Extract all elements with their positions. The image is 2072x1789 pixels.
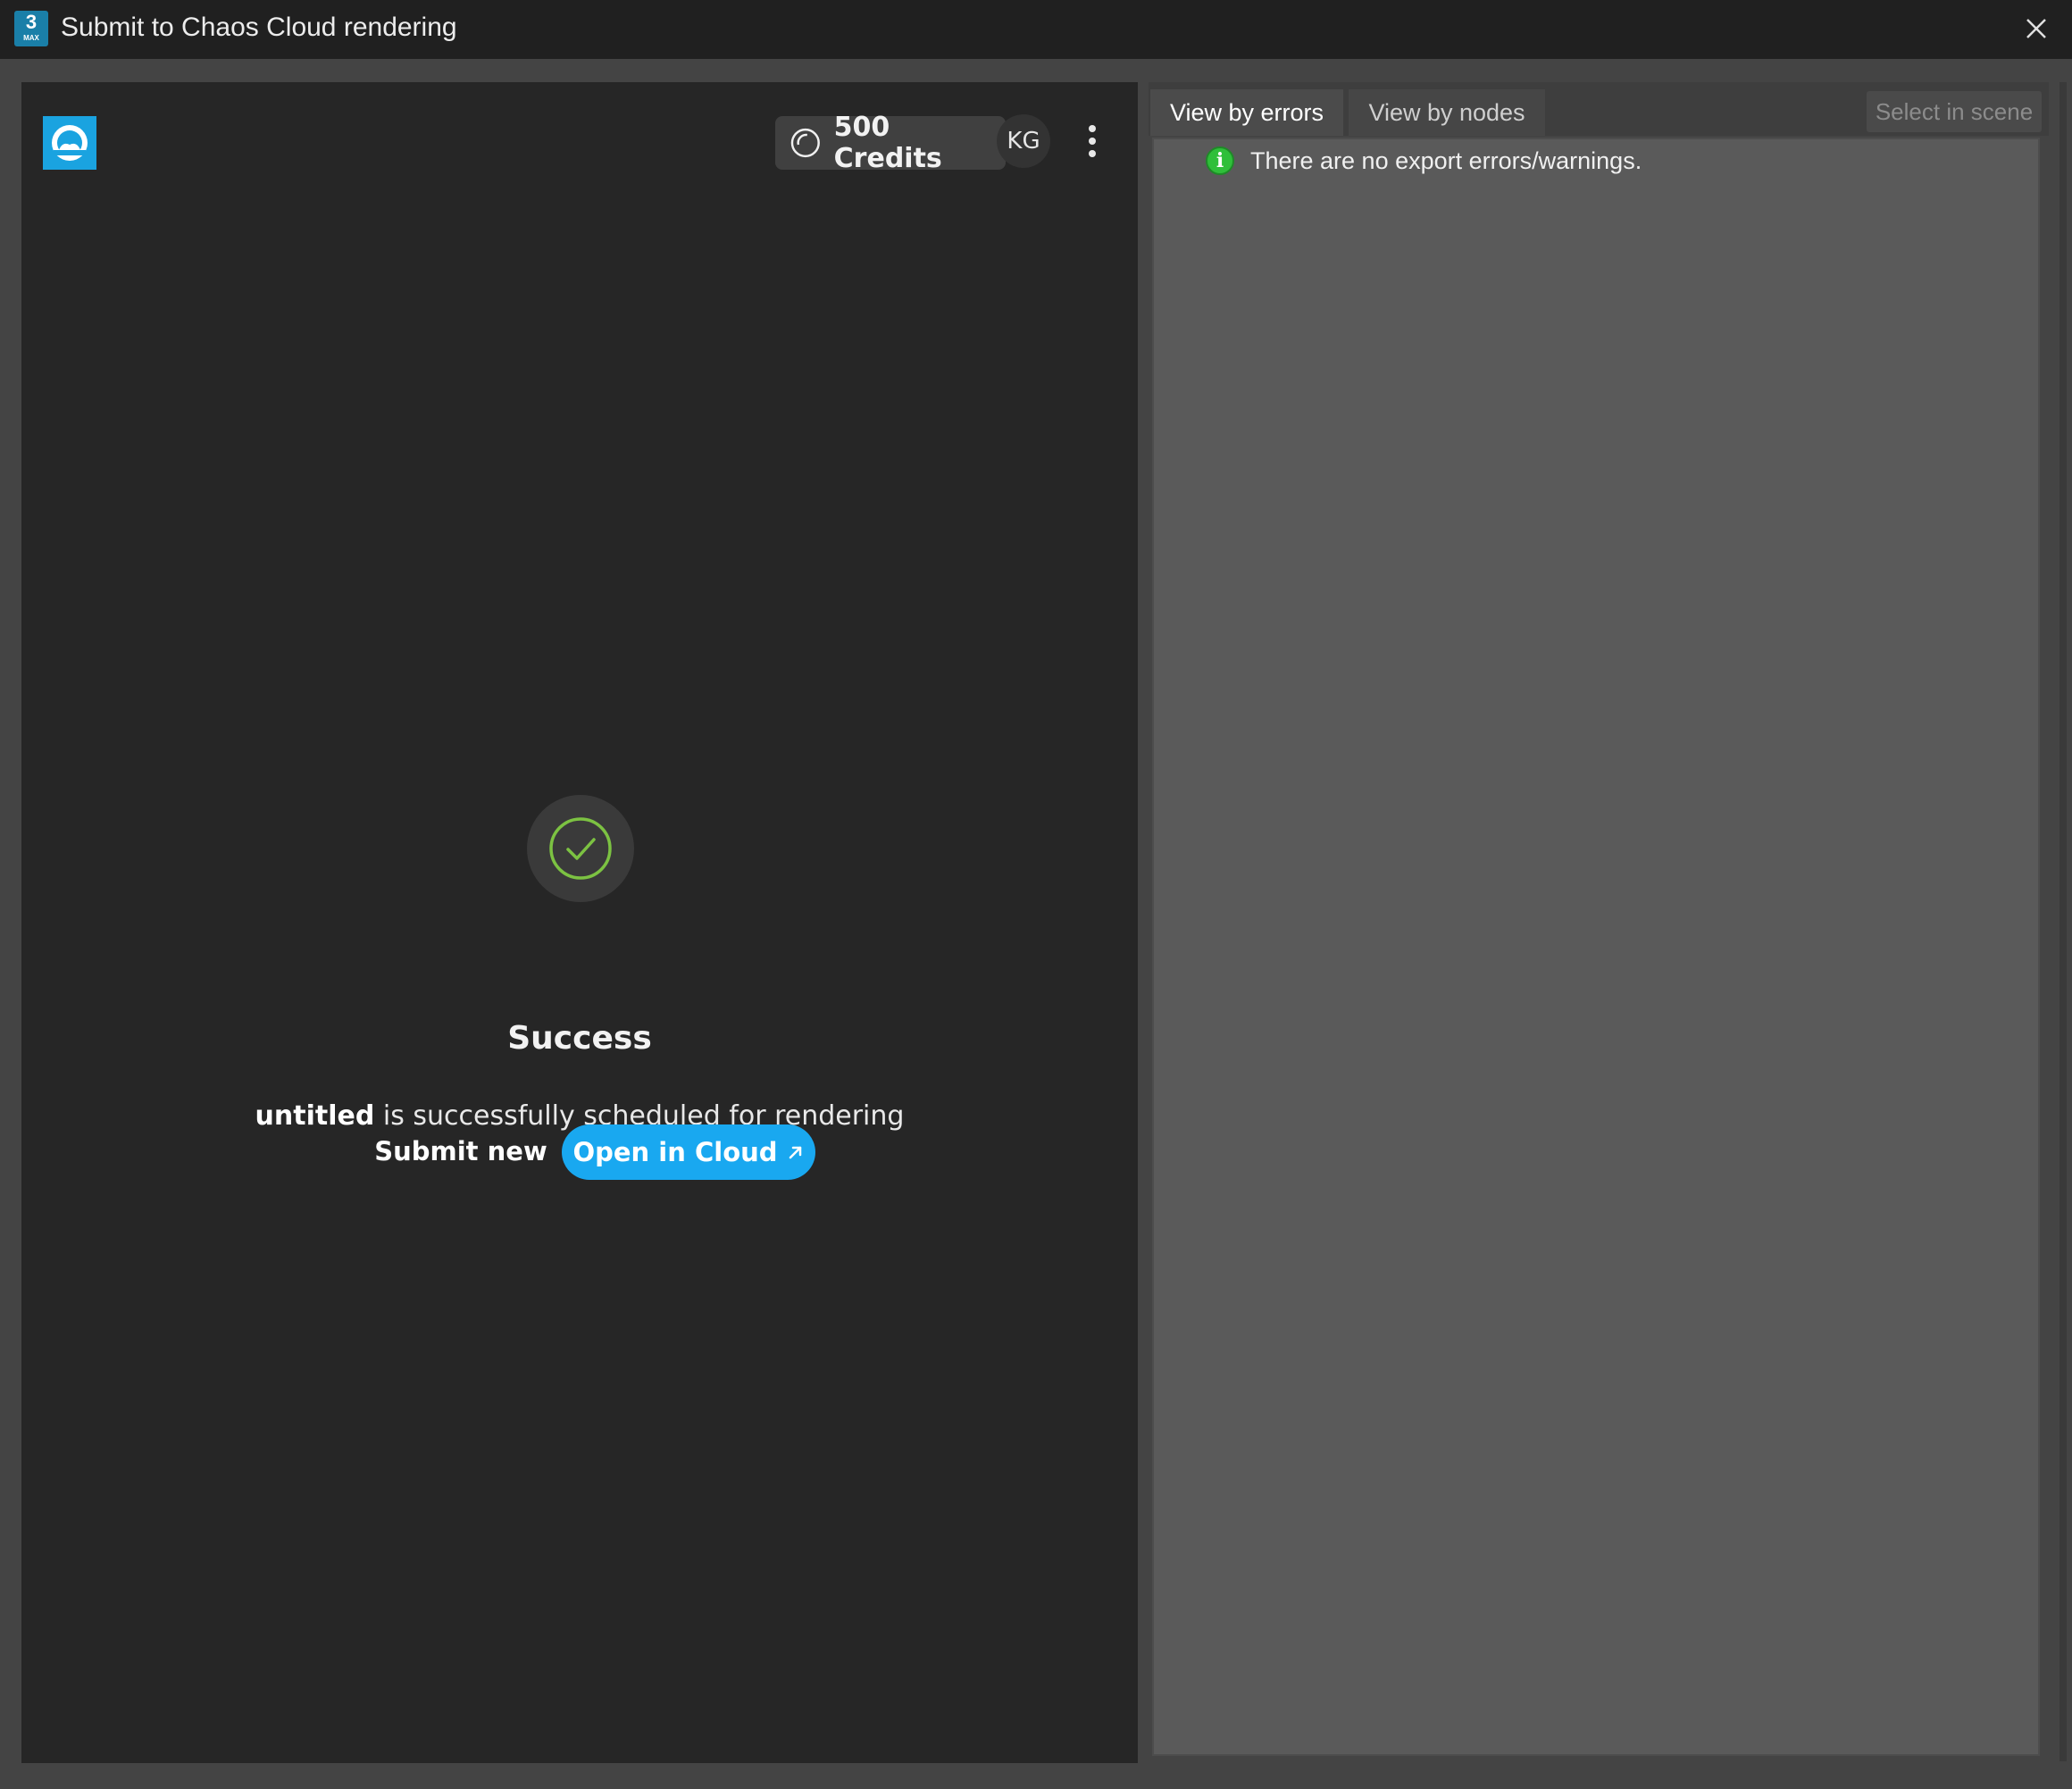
window-title: Submit to Chaos Cloud rendering	[61, 13, 457, 42]
info-message: There are no export errors/warnings.	[1250, 146, 1642, 174]
more-vertical-icon	[1089, 125, 1096, 157]
cloud-panel: 500 Credits KG Success untitled is succe…	[21, 82, 1138, 1763]
info-icon: i	[1206, 146, 1234, 175]
list-item: i There are no export errors/warnings.	[1206, 146, 1642, 175]
close-icon	[2026, 19, 2046, 38]
check-circle-icon	[549, 817, 612, 880]
credits-label: 500 Credits	[833, 112, 942, 174]
tab-view-by-errors[interactable]: View by errors	[1150, 89, 1343, 136]
user-avatar[interactable]: KG	[997, 114, 1050, 168]
3dsmax-app-icon: 3 MAX	[14, 11, 48, 46]
select-in-scene-button[interactable]: Select in scene	[1867, 91, 2042, 132]
success-indicator	[527, 795, 634, 902]
window-edge	[2059, 82, 2067, 1761]
more-menu-button[interactable]	[1079, 121, 1106, 166]
open-in-cloud-label: Open in Cloud	[572, 1137, 778, 1167]
success-title: Success	[507, 1020, 652, 1057]
open-in-cloud-button[interactable]: Open in Cloud	[562, 1124, 815, 1180]
app-icon-number: 3	[25, 11, 38, 33]
app-icon-sub: MAX	[23, 34, 39, 42]
project-name: untitled	[255, 1100, 375, 1132]
errors-list: i There are no export errors/warnings.	[1152, 138, 2040, 1756]
credits-badge[interactable]: 500 Credits	[775, 112, 1006, 174]
window-titlebar: 3 MAX Submit to Chaos Cloud rendering	[0, 0, 2072, 59]
close-button[interactable]	[2020, 13, 2052, 45]
chaos-cloud-logo	[43, 116, 96, 170]
external-link-icon	[789, 1146, 801, 1159]
submit-new-button[interactable]: Submit new	[363, 1124, 559, 1179]
cloud-logo-icon	[52, 125, 88, 161]
credits-icon	[790, 128, 820, 158]
tab-view-by-nodes[interactable]: View by nodes	[1349, 89, 1545, 136]
